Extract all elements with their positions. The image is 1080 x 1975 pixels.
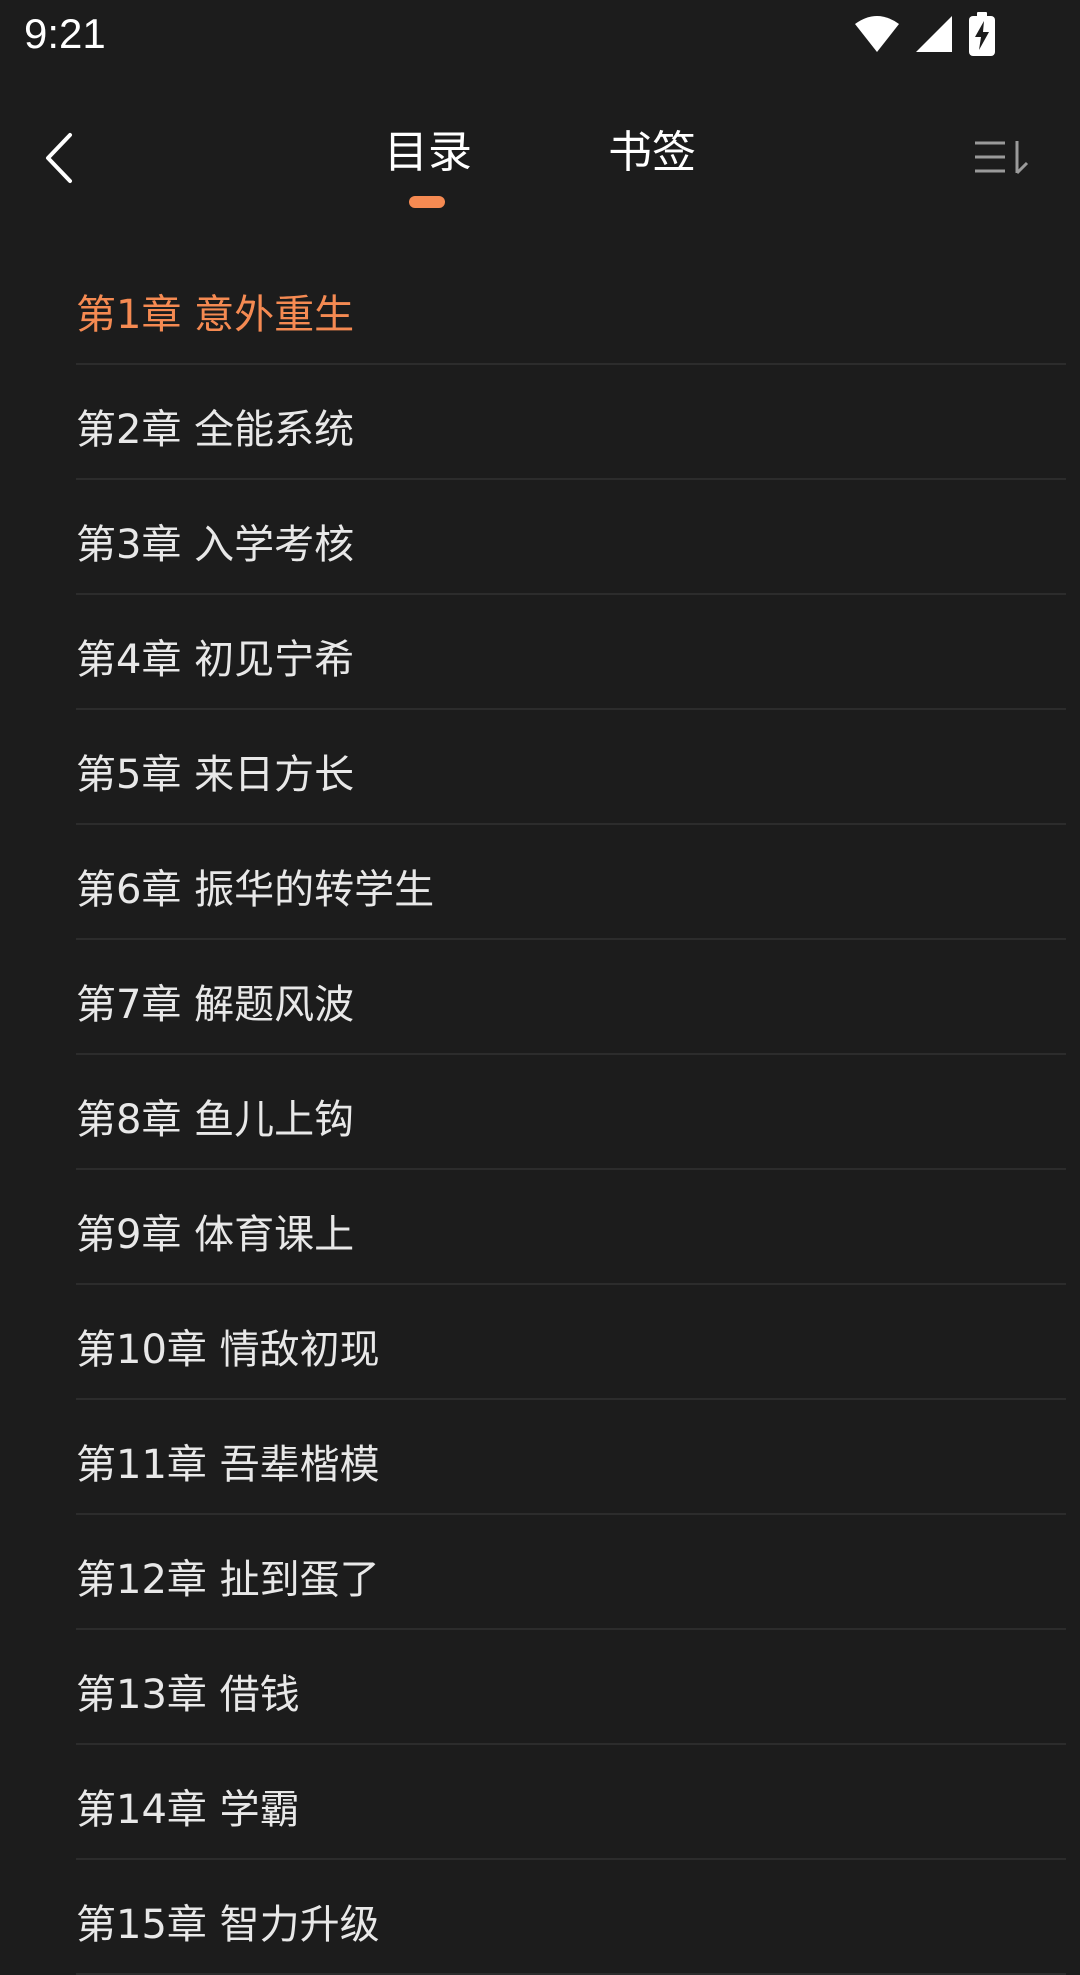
chapter-item[interactable]: 第7章 解题风波 bbox=[0, 940, 1080, 1055]
chapter-label: 第10章 情敌初现 bbox=[76, 1327, 380, 1373]
chapter-label: 第2章 全能系统 bbox=[76, 407, 355, 453]
status-time: 9:21 bbox=[24, 10, 106, 57]
chapter-item[interactable]: 第13章 借钱 bbox=[0, 1630, 1080, 1745]
chapter-label: 第9章 体育课上 bbox=[76, 1212, 355, 1258]
wifi-icon bbox=[854, 14, 900, 58]
battery-charging-icon bbox=[968, 12, 996, 60]
chapter-label: 第12章 扯到蛋了 bbox=[76, 1557, 380, 1603]
chapter-label: 第7章 解题风波 bbox=[76, 982, 355, 1028]
chapter-item[interactable]: 第12章 扯到蛋了 bbox=[0, 1515, 1080, 1630]
chapter-label: 第8章 鱼儿上钩 bbox=[76, 1097, 355, 1143]
chapter-item[interactable]: 第2章 全能系统 bbox=[0, 365, 1080, 480]
chapter-item[interactable]: 第3章 入学考核 bbox=[0, 480, 1080, 595]
chapter-item[interactable]: 第14章 学霸 bbox=[0, 1745, 1080, 1860]
chapter-item[interactable]: 第5章 来日方长 bbox=[0, 710, 1080, 825]
back-button[interactable] bbox=[28, 130, 88, 190]
chapter-list: 第1章 意外重生 第2章 全能系统 第3章 入学考核 第4章 初见宁希 第5章 来日方长… bbox=[0, 250, 1080, 1975]
chapter-label: 第1章 意外重生 bbox=[76, 292, 355, 338]
chapter-item[interactable]: 第8章 鱼儿上钩 bbox=[0, 1055, 1080, 1170]
chapter-label: 第5章 来日方长 bbox=[76, 752, 355, 798]
chapter-label: 第13章 借钱 bbox=[76, 1672, 300, 1718]
cell-signal-icon bbox=[914, 14, 954, 58]
chapter-label: 第6章 振华的转学生 bbox=[76, 867, 435, 913]
tab-indicator bbox=[409, 196, 445, 208]
chapter-label: 第3章 入学考核 bbox=[76, 522, 355, 568]
sort-button[interactable] bbox=[972, 134, 1032, 184]
chapter-item[interactable]: 第9章 体育课上 bbox=[0, 1170, 1080, 1285]
sort-descending-icon bbox=[973, 137, 1031, 181]
chapter-item[interactable]: 第1章 意外重生 bbox=[0, 250, 1080, 365]
chapter-label: 第4章 初见宁希 bbox=[76, 637, 355, 683]
chapter-label: 第14章 学霸 bbox=[76, 1787, 300, 1833]
tab-toc[interactable]: 目录 bbox=[384, 116, 472, 180]
status-bar: 9:21 bbox=[0, 0, 1080, 72]
status-icons bbox=[854, 12, 996, 60]
chevron-left-icon bbox=[40, 131, 76, 189]
chapter-item[interactable]: 第4章 初见宁希 bbox=[0, 595, 1080, 710]
chapter-label: 第11章 吾辈楷模 bbox=[76, 1442, 380, 1488]
tab-bookmarks[interactable]: 书签 bbox=[608, 116, 696, 180]
chapter-item[interactable]: 第11章 吾辈楷模 bbox=[0, 1400, 1080, 1515]
chapter-item[interactable]: 第6章 振华的转学生 bbox=[0, 825, 1080, 940]
chapter-label: 第15章 智力升级 bbox=[76, 1902, 380, 1948]
chapter-item[interactable]: 第10章 情敌初现 bbox=[0, 1285, 1080, 1400]
top-bar: 目录 书签 bbox=[0, 100, 1080, 220]
chapter-item[interactable]: 第15章 智力升级 bbox=[0, 1860, 1080, 1975]
